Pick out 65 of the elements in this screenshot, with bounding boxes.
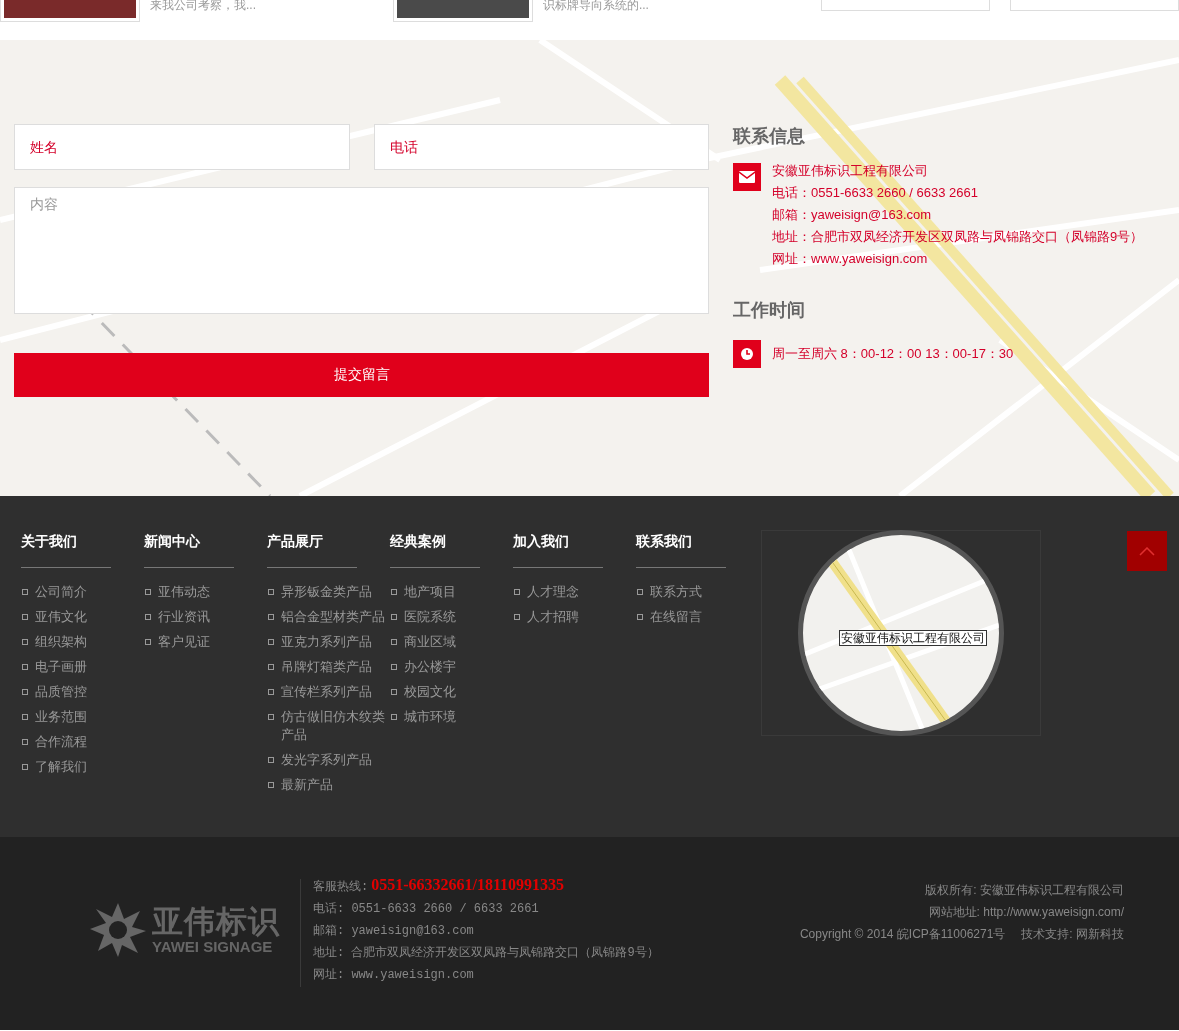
working-hours: 周一至周六 8：00-12：00 13：00-17：30 — [772, 345, 1014, 363]
input-field[interactable]: 姓名 — [14, 124, 350, 170]
footer-link[interactable]: 发光字系列产品 — [267, 751, 389, 769]
column-heading: 关于我们 — [21, 531, 111, 568]
footer-link[interactable]: 城市环境 — [390, 708, 512, 726]
icp-record: Copyright © 2014 皖ICP备11006271号 — [799, 926, 1006, 943]
footer-link[interactable]: 商业区域 — [390, 633, 512, 651]
footer-link[interactable]: 宣传栏系列产品 — [267, 683, 389, 701]
footer-link[interactable]: 人才理念 — [513, 583, 635, 601]
footer-link[interactable]: 合作流程 — [21, 733, 143, 751]
footer-link[interactable]: 在线留言 — [636, 608, 758, 626]
footer-link[interactable]: 了解我们 — [21, 758, 143, 776]
footer-link[interactable]: 吊牌灯箱类产品 — [267, 658, 389, 676]
footer-link[interactable]: 联系方式 — [636, 583, 758, 601]
chevron-up-icon — [1139, 546, 1155, 556]
footer-link[interactable]: 业务范围 — [21, 708, 143, 726]
contact-line: 邮箱: yaweisign@163.com — [313, 923, 475, 940]
column-heading: 经典案例 — [390, 531, 480, 568]
tech-support: 技术支持: 网新科技 — [1021, 926, 1124, 943]
column-heading: 联系我们 — [636, 531, 726, 568]
section-title: 联系信息 — [733, 126, 806, 146]
footer-link[interactable]: 仿古做旧仿木纹类产品 — [267, 708, 389, 744]
logo-name: 亚伟标识 — [152, 905, 280, 939]
footer-link[interactable]: 亚克力系列产品 — [267, 633, 389, 651]
input-field[interactable]: 电话 — [373, 124, 709, 170]
mail-icon — [733, 163, 761, 191]
hotline-label: 客服热线: — [313, 879, 369, 896]
footer-link[interactable]: 异形钣金类产品 — [267, 583, 389, 601]
footer-link[interactable]: 品质管控 — [21, 683, 143, 701]
copyright-owner: 版权所有: 安徽亚伟标识工程有限公司 — [925, 882, 1124, 899]
back-to-top-button[interactable] — [1127, 531, 1167, 571]
column-heading: 加入我们 — [513, 531, 603, 568]
map-marker-label: 安徽亚伟标识工程有限公司 — [839, 630, 987, 646]
footer-link[interactable]: 校园文化 — [390, 683, 512, 701]
contact-line: 网址：www.yaweisign.com — [772, 250, 929, 268]
hotline-number: 0551-66332661/18110991335 — [371, 876, 565, 894]
star-logo-icon — [90, 903, 146, 957]
clock-icon — [733, 340, 761, 368]
footer-link[interactable]: 医院系统 — [390, 608, 512, 626]
website-address: 网站地址: http://www.yaweisign.com/ — [928, 904, 1124, 921]
contact-line: 地址: 合肥市双凤经济开发区双凤路与凤锦路交口（凤锦路9号） — [313, 945, 660, 962]
footer-link[interactable]: 人才招聘 — [513, 608, 635, 626]
column-heading: 新闻中心 — [144, 531, 234, 568]
contact-line: 电话：0551-6633 2660 / 6633 2661 — [772, 184, 979, 202]
footer-link[interactable]: 最新产品 — [267, 776, 389, 794]
footer-link[interactable]: 客户见证 — [144, 633, 266, 651]
contact-line: 邮箱：yaweisign@163.com — [772, 206, 933, 224]
footer-link[interactable]: 行业资讯 — [144, 608, 266, 626]
column-heading: 产品展厅 — [267, 531, 357, 568]
section-title: 工作时间 — [733, 300, 806, 320]
footer-link[interactable]: 地产项目 — [390, 583, 512, 601]
footer-link[interactable]: 办公楼宇 — [390, 658, 512, 676]
footer-link[interactable]: 组织架构 — [21, 633, 143, 651]
footer-link[interactable]: 亚伟文化 — [21, 608, 143, 626]
contact-line: 电话: 0551-6633 2660 / 6633 2661 — [313, 901, 540, 918]
contact-line: 网址: www.yaweisign.com — [313, 967, 475, 984]
contact-line: 地址：合肥市双凤经济开发区双凤路与凤锦路交口（凤锦路9号） — [772, 228, 1144, 246]
logo-tagline: YAWEI SIGNAGE — [152, 939, 274, 955]
footer-link[interactable]: 电子画册 — [21, 658, 143, 676]
message-field[interactable]: 内容 — [14, 187, 709, 314]
submit-button[interactable]: 提交留言 — [14, 353, 709, 397]
footer-link[interactable]: 公司简介 — [21, 583, 143, 601]
footer-link[interactable]: 铝合金型材类产品 — [267, 608, 389, 626]
company-name: 安徽亚伟标识工程有限公司 — [772, 162, 929, 180]
footer-link[interactable]: 亚伟动态 — [144, 583, 266, 601]
